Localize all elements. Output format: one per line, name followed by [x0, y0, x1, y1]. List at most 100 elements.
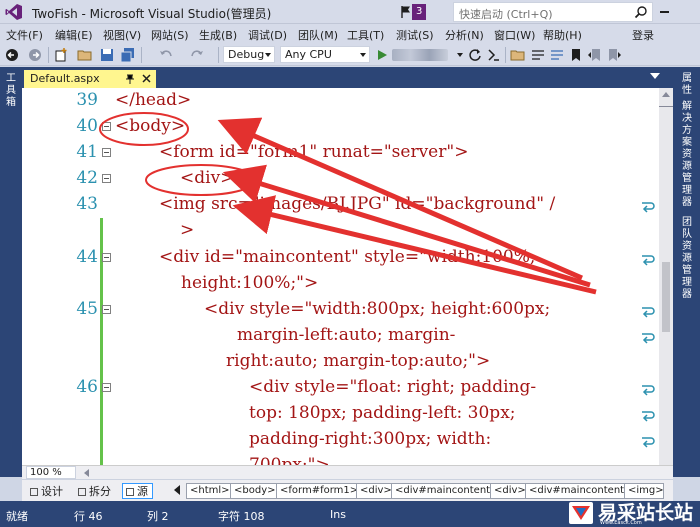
fold-toggle-icon[interactable]: [102, 253, 111, 262]
tab-list-dropdown-icon[interactable]: [650, 73, 660, 79]
code-text: top: 180px; padding-left: 30px;: [249, 403, 516, 423]
menu-window[interactable]: 窗口(W): [494, 27, 535, 43]
fold-toggle-icon[interactable]: [102, 148, 111, 157]
menu-analyze[interactable]: 分析(N): [445, 27, 484, 43]
menu-build[interactable]: 生成(B): [199, 27, 237, 43]
document-tab-row: Default.aspx: [22, 67, 673, 88]
design-view-label: 设计: [41, 485, 63, 498]
code-editor[interactable]: 39 </head> 40 <body> 41 <form id="form1"…: [22, 88, 673, 465]
code-text: <form id="form1" runat="server">: [159, 142, 469, 162]
save-icon[interactable]: [99, 47, 115, 63]
start-debugging-icon[interactable]: [374, 47, 390, 63]
pin-icon[interactable]: [124, 73, 136, 85]
toolbar-separator: [48, 47, 49, 63]
breadcrumb-tag[interactable]: <div#maincontent>: [391, 483, 503, 499]
scrollbar-thumb[interactable]: [662, 262, 670, 332]
uncomment-icon[interactable]: [549, 47, 565, 63]
start-browser-label-blurred[interactable]: [392, 49, 448, 61]
breadcrumb-tag[interactable]: <div>: [490, 483, 530, 499]
zoom-select[interactable]: 100 %: [26, 466, 76, 479]
redo-icon[interactable]: [189, 47, 205, 63]
word-wrap-glyph-icon: [642, 385, 655, 396]
menu-test[interactable]: 测试(S): [396, 27, 434, 43]
fold-toggle-icon[interactable]: [102, 383, 111, 392]
search-icon[interactable]: [634, 5, 648, 19]
chevron-down-icon[interactable]: [452, 47, 468, 63]
code-text: <div style="width:800px; height:600px;: [204, 299, 551, 319]
status-line: 行 46: [74, 510, 103, 523]
solution-configuration-select[interactable]: Debug: [223, 46, 275, 63]
next-bookmark-icon[interactable]: [606, 47, 622, 63]
menu-file[interactable]: 文件(F): [6, 27, 43, 43]
fold-toggle-icon[interactable]: [102, 174, 111, 183]
source-view-button[interactable]: 源: [122, 483, 153, 499]
document-tab-default-aspx[interactable]: Default.aspx: [24, 70, 156, 88]
menu-website[interactable]: 网站(S): [151, 27, 189, 43]
bookmark-icon[interactable]: [568, 47, 584, 63]
quick-launch-placeholder: 快速启动 (Ctrl+Q): [459, 8, 553, 21]
change-marker: [100, 218, 103, 250]
solution-platform-select[interactable]: Any CPU: [280, 46, 370, 63]
breadcrumb-tag[interactable]: <body>: [230, 483, 280, 499]
quick-launch-input[interactable]: 快速启动 (Ctrl+Q): [453, 2, 653, 22]
menu-tools[interactable]: 工具(T): [347, 27, 384, 43]
menu-view[interactable]: 视图(V): [103, 27, 141, 43]
forward-icon[interactable]: [27, 47, 43, 63]
breadcrumb-tag[interactable]: <div>: [356, 483, 396, 499]
line-number: 41: [76, 142, 98, 162]
code-text: 700px;">: [249, 455, 330, 465]
word-wrap-glyph-icon: [642, 411, 655, 422]
code-text: padding-right:300px; width:: [249, 429, 492, 449]
folder-icon[interactable]: [510, 47, 526, 63]
breadcrumb-scroll-left-icon[interactable]: [174, 485, 180, 495]
split-view-button[interactable]: 拆分: [74, 483, 116, 499]
toolbox-tab[interactable]: 工具箱: [5, 73, 17, 109]
new-project-icon[interactable]: [53, 47, 69, 63]
close-icon[interactable]: [141, 73, 152, 84]
breadcrumb-tag[interactable]: <html>: [186, 483, 234, 499]
open-file-icon[interactable]: [77, 47, 93, 63]
editor-splitter[interactable]: [659, 106, 673, 107]
minimize-icon[interactable]: [660, 11, 669, 13]
menu-team[interactable]: 团队(M): [298, 27, 338, 43]
properties-tab[interactable]: 属性: [681, 73, 693, 97]
scroll-left-icon[interactable]: [84, 469, 89, 477]
undo-icon[interactable]: [158, 47, 174, 63]
design-view-button[interactable]: 设计: [26, 483, 68, 499]
breadcrumb-tag[interactable]: <img>: [624, 483, 664, 499]
menu-debug[interactable]: 调试(D): [248, 27, 287, 43]
status-char: 字符 108: [218, 510, 265, 523]
notification-badge[interactable]: 3: [412, 4, 427, 20]
team-explorer-tab[interactable]: 团队资源管理器: [681, 217, 693, 301]
fold-toggle-icon[interactable]: [102, 305, 111, 314]
breadcrumb-tag[interactable]: <div#maincontent>: [525, 483, 637, 499]
breadcrumb-tag[interactable]: <form#form1>: [276, 483, 363, 499]
word-wrap-glyph-icon: [642, 437, 655, 448]
menu-bar: 文件(F) 编辑(E) 视图(V) 网站(S) 生成(B) 调试(D) 团队(M…: [0, 24, 700, 44]
comment-out-icon[interactable]: [530, 47, 546, 63]
menu-edit[interactable]: 编辑(E): [55, 27, 93, 43]
login-link[interactable]: 登录: [632, 27, 654, 43]
scroll-up-icon[interactable]: [662, 92, 670, 97]
refresh-icon[interactable]: [467, 47, 483, 63]
menu-help[interactable]: 帮助(H): [543, 27, 582, 43]
fold-toggle-icon[interactable]: [102, 122, 111, 131]
word-wrap-glyph-icon: [642, 255, 655, 266]
solution-configuration-value: Debug: [228, 48, 265, 61]
code-text: <img src="images/BJ.JPG" id="background"…: [159, 194, 556, 214]
word-wrap-glyph-icon: [642, 202, 655, 213]
code-text: <body>: [115, 116, 186, 136]
prev-bookmark-icon[interactable]: [587, 47, 603, 63]
browser-link-icon[interactable]: [486, 47, 502, 63]
toolbar-separator: [218, 47, 219, 63]
document-tab-label: Default.aspx: [30, 72, 100, 85]
title-bar: TwoFish - Microsoft Visual Studio(管理员) 3…: [0, 0, 700, 24]
code-text: >: [180, 220, 195, 240]
change-marker: [100, 380, 103, 465]
solution-explorer-tab[interactable]: 解决方案资源管理器: [681, 101, 693, 209]
save-all-icon[interactable]: [120, 47, 136, 63]
feedback-flag-icon[interactable]: [400, 5, 412, 19]
vertical-scrollbar[interactable]: [659, 88, 673, 465]
visual-studio-logo-icon: [5, 4, 22, 20]
back-icon[interactable]: [4, 47, 20, 63]
